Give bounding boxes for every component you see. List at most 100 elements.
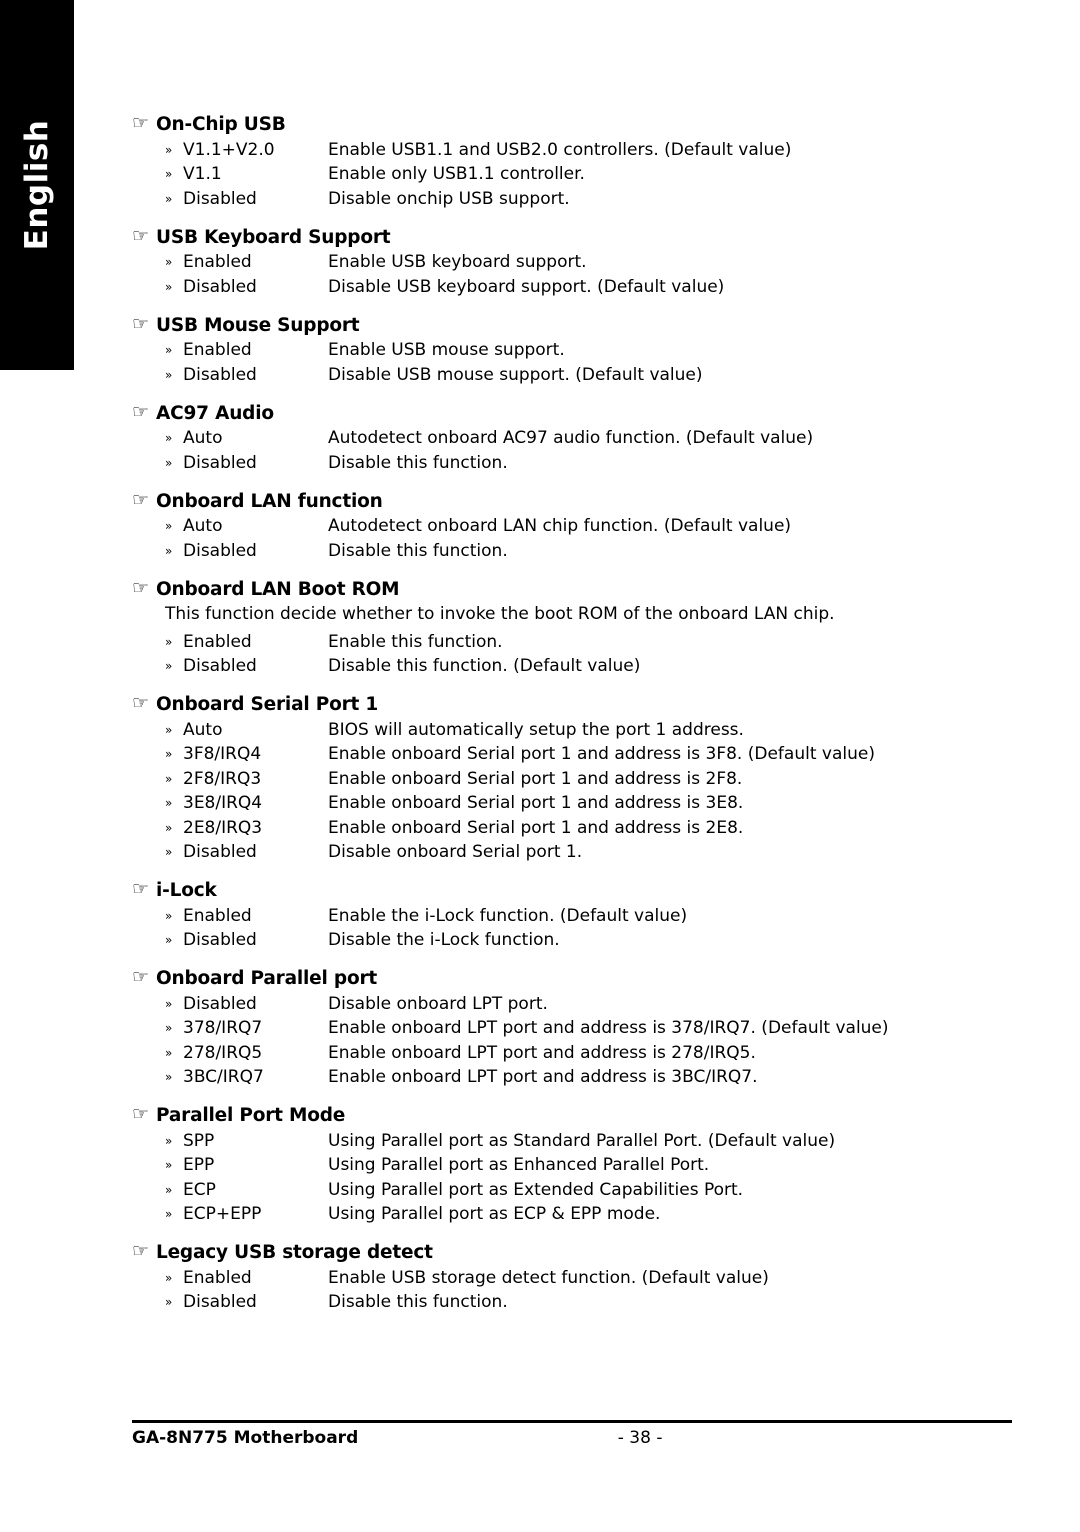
pointing-hand-icon: ☞ (132, 576, 150, 599)
option-description: Disable onchip USB support. (328, 188, 570, 209)
option-value-label: 3F8/IRQ4 (183, 744, 262, 764)
bios-setting-section: ☞ Parallel Port Mode » SPP Using Parallel po… (132, 1105, 1012, 1225)
page: English ☞ On-Chip USB » V1.1+V2.0 Enable USB… (0, 0, 1080, 1532)
option-value-label: 378/IRQ7 (183, 1018, 263, 1038)
bios-setting-section: ☞ On-Chip USB » V1.1+V2.0 Enable USB1.1 and … (132, 114, 1012, 209)
double-arrow-icon: » (165, 634, 172, 649)
option-description: Disable onboard LPT port. (328, 993, 548, 1014)
option-row: » Enabled Enable USB mouse support. (165, 340, 1012, 360)
double-arrow-icon: » (165, 1070, 172, 1084)
option-value-label: 3BC/IRQ7 (183, 1067, 264, 1087)
section-heading: ☞ i-Lock (132, 880, 1012, 902)
pointing-hand-icon: ☞ (132, 692, 150, 714)
option-description: Disable this function. (328, 540, 508, 561)
option-value-label: V1.1 (183, 164, 222, 184)
section-heading: ☞ Onboard Parallel port (132, 966, 1012, 990)
double-arrow-icon: » (165, 255, 172, 269)
pointing-hand-icon: ☞ (132, 1240, 150, 1262)
section-title: Onboard Parallel port (156, 968, 378, 989)
bios-setting-section: ☞ AC97 Audio » Auto Autodetect onboard AC97 … (132, 400, 1012, 473)
option-description: Disable the i-Lock function. (328, 930, 560, 950)
option-value-label: Enabled (183, 1267, 252, 1288)
option-description: Disable onboard Serial port 1. (328, 842, 583, 862)
option-value-label: ECP (183, 1179, 216, 1200)
section-heading: ☞ AC97 Audio (132, 400, 1012, 424)
option-description: Autodetect onboard LAN chip function. (D… (328, 516, 792, 536)
section-note: This function decide whether to invoke t… (165, 603, 835, 624)
double-arrow-icon: » (165, 191, 172, 206)
option-description: Autodetect onboard AC97 audio function. … (328, 428, 814, 448)
option-description: Enable USB mouse support. (328, 340, 565, 360)
section-title: i-Lock (156, 880, 217, 901)
option-description: Enable onboard LPT port and address is 3… (328, 1018, 889, 1038)
section-heading: ☞ Onboard LAN Boot ROM (132, 576, 1012, 600)
option-value-label: ECP+EPP (183, 1204, 262, 1224)
option-row: » V1.1 Enable only USB1.1 controller. (165, 164, 1012, 184)
option-row: » Disabled Disable onboard Serial port 1. (165, 842, 1012, 862)
pointing-hand-icon: ☞ (132, 966, 150, 988)
option-value-label: Enabled (183, 631, 252, 652)
option-description: Enable USB keyboard support. (328, 252, 587, 272)
bios-setting-section: ☞ USB Keyboard Support » Enabled Enable USB … (132, 226, 1012, 297)
section-heading: ☞ Parallel Port Mode (132, 1105, 1012, 1127)
option-row: » Disabled Disable this function. (165, 453, 1012, 473)
option-row: » ECP Using Parallel port as Extended Capa… (165, 1180, 1012, 1200)
double-arrow-icon: » (165, 543, 172, 558)
option-description: Enable onboard Serial port 1 and address… (328, 817, 744, 838)
option-description: Enable onboard Serial port 1 and address… (328, 744, 875, 764)
option-description: Disable this function. (328, 1292, 508, 1312)
option-description: Enable the i-Lock function. (Default val… (328, 905, 688, 926)
footer-page-number: - 38 - (617, 1428, 663, 1448)
double-arrow-icon: » (165, 845, 172, 859)
section-title: Onboard LAN function (156, 490, 383, 512)
section-title: AC97 Audio (156, 402, 274, 424)
option-value-label: 2E8/IRQ3 (183, 817, 263, 838)
option-row: » Auto BIOS will automatically setup the p… (165, 720, 1012, 740)
document-body: ☞ On-Chip USB » V1.1+V2.0 Enable USB1.1 and … (132, 96, 1012, 1314)
option-value-label: 2F8/IRQ3 (183, 768, 262, 789)
option-value-label: EPP (183, 1155, 215, 1175)
double-arrow-icon: » (165, 771, 172, 786)
language-tab: English (0, 0, 74, 370)
pointing-hand-icon: ☞ (132, 312, 150, 335)
bios-setting-section: ☞ Onboard Serial Port 1 » Auto BIOS will aut… (132, 692, 1012, 863)
option-row: » Auto Autodetect onboard AC97 audio funct… (165, 428, 1012, 448)
option-description: Enable onboard LPT port and address is 3… (328, 1067, 758, 1087)
language-tab-label: English (19, 119, 55, 251)
option-description: Disable this function. (Default value) (328, 656, 641, 676)
option-value-label: SPP (183, 1130, 215, 1151)
option-value-label: Disabled (183, 188, 257, 209)
double-arrow-icon: » (165, 1182, 172, 1197)
section-heading: ☞ On-Chip USB (132, 112, 1012, 136)
pointing-hand-icon: ☞ (132, 400, 150, 423)
option-description: Using Parallel port as Standard Parallel… (328, 1130, 836, 1151)
option-row: » 2F8/IRQ3 Enable onboard Serial port 1 an… (165, 769, 1012, 789)
option-description: Disable this function. (328, 452, 508, 473)
option-value-label: Enabled (183, 252, 252, 272)
bios-setting-section: ☞ i-Lock » Enabled Enable the i-Lock functio… (132, 880, 1012, 951)
option-value-label: Disabled (183, 1292, 257, 1312)
pointing-hand-icon: ☞ (132, 112, 150, 134)
option-row: » Enabled Enable USB storage detect functi… (165, 1268, 1012, 1288)
double-arrow-icon: » (165, 142, 172, 157)
option-row: » Auto Autodetect onboard LAN chip functio… (165, 516, 1012, 536)
option-description: Using Parallel port as Enhanced Parallel… (328, 1155, 710, 1175)
option-row: » Disabled Disable onchip USB support. (165, 189, 1012, 209)
option-row: » Disabled Disable this function. (Default… (165, 656, 1012, 676)
option-value-label: Disabled (183, 276, 257, 297)
option-row: » Enabled Enable this function. (165, 632, 1012, 652)
option-row: » 3F8/IRQ4 Enable onboard Serial port 1 an… (165, 744, 1012, 764)
double-arrow-icon: » (165, 1158, 172, 1172)
double-arrow-icon: » (165, 747, 172, 761)
double-arrow-icon: » (165, 908, 172, 923)
option-value-label: 278/IRQ5 (183, 1042, 263, 1063)
option-description: Enable this function. (328, 631, 503, 652)
double-arrow-icon: » (165, 796, 172, 810)
section-title: Onboard LAN Boot ROM (156, 578, 400, 600)
double-arrow-icon: » (165, 519, 172, 533)
double-arrow-icon: » (165, 167, 172, 181)
double-arrow-icon: » (165, 1207, 172, 1221)
option-row: » Disabled Disable this function. (165, 541, 1012, 561)
option-row: » Disabled Disable USB keyboard support. (… (165, 277, 1012, 297)
double-arrow-icon: » (165, 431, 172, 445)
